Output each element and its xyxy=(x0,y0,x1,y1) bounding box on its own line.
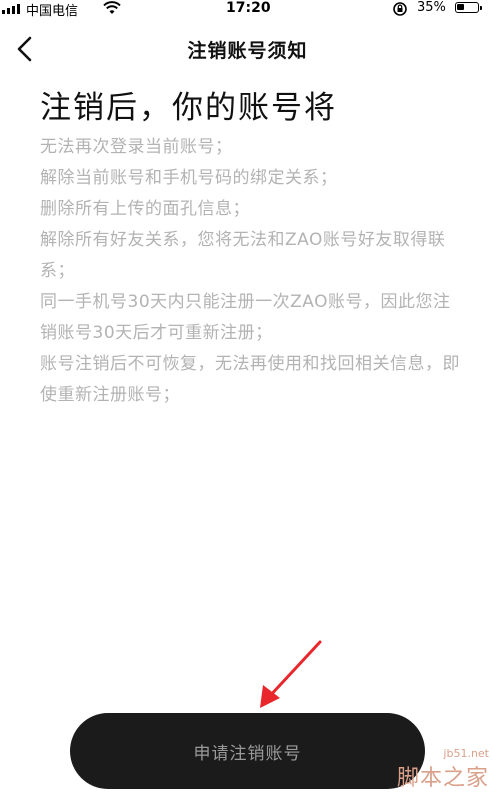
wifi-icon xyxy=(103,1,121,19)
watermark-site: jb51.net xyxy=(443,747,489,760)
apply-cancellation-button[interactable]: 申请注销账号 xyxy=(70,713,425,789)
notice-item: 解除所有好友关系，您将无法和ZAO账号好友取得联系； xyxy=(40,230,446,281)
notice-list: 无法再次登录当前账号； 解除当前账号和手机号码的绑定关系； 删除所有上传的面孔信… xyxy=(40,132,460,411)
navigation-bar: 注销账号须知 xyxy=(0,26,495,74)
notice-item: 解除当前账号和手机号码的绑定关系； xyxy=(40,168,338,188)
annotation-arrow-icon xyxy=(260,640,322,708)
battery-icon xyxy=(455,2,482,13)
headline: 注销后，你的账号将 xyxy=(40,90,337,126)
page-title: 注销账号须知 xyxy=(187,40,308,62)
notice-item: 无法再次登录当前账号； xyxy=(40,137,233,157)
watermark: jb51.net 脚本之家 xyxy=(397,747,489,792)
account-cancellation-screen: 中国电信 17:20 35% 注销账号须知 注销后，你的账号将 无法再次登录当前… xyxy=(0,0,495,800)
status-bar: 中国电信 17:20 35% xyxy=(0,0,495,21)
notice-item: 账号注销后不可恢复，无法再使用和找回相关信息，即使重新注册账号； xyxy=(40,354,460,405)
notice-item: 同一手机号30天内只能注册一次ZAO账号，因此您注销账号30天后才可重新注册； xyxy=(40,292,451,343)
notice-item: 删除所有上传的面孔信息； xyxy=(40,199,250,219)
watermark-brand: 脚本之家 xyxy=(396,766,489,791)
carrier-name: 中国电信 xyxy=(26,4,79,19)
rotation-lock-icon xyxy=(392,1,408,21)
signal-icon xyxy=(2,3,20,14)
clock: 17:20 xyxy=(226,0,271,16)
battery-percentage: 35% xyxy=(417,0,446,15)
